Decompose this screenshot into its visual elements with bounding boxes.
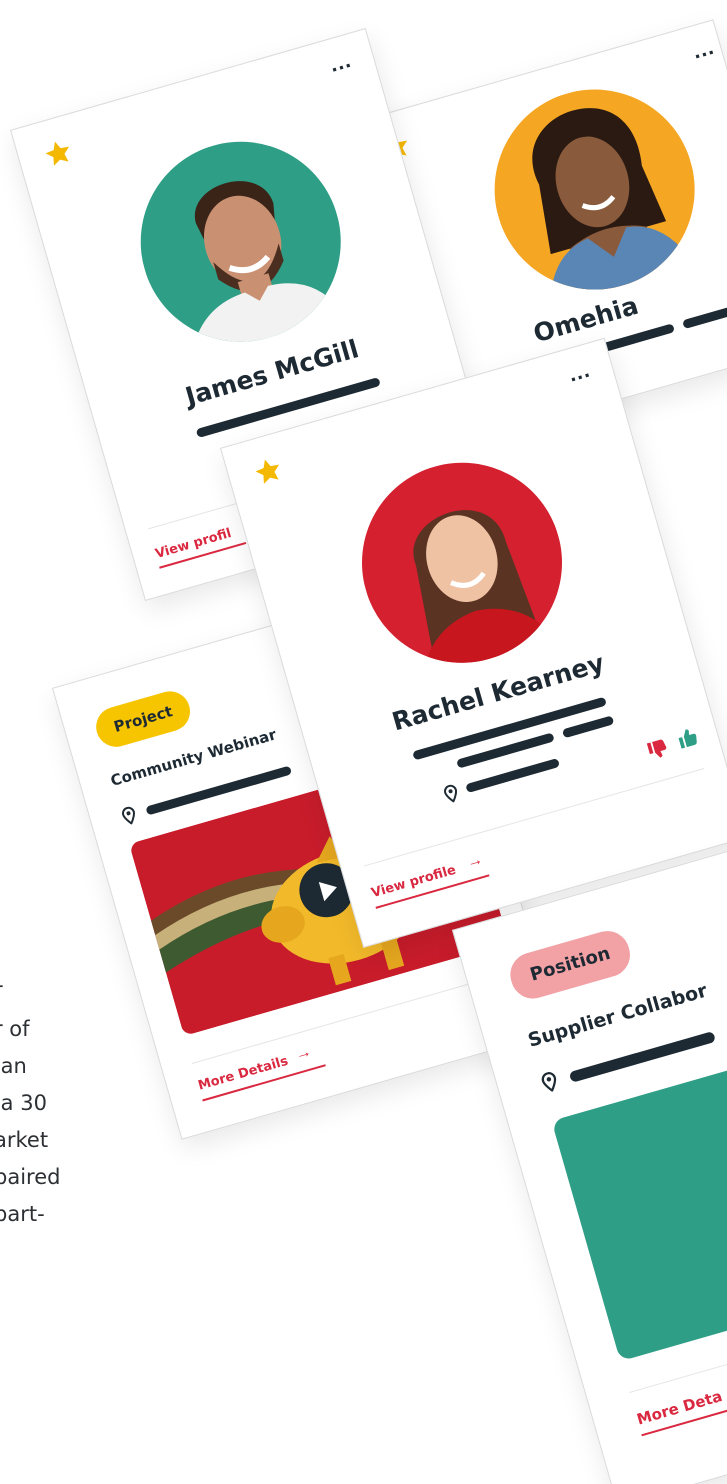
paragraph-line: paired <box>0 1165 61 1189</box>
position-badge: Position <box>505 925 636 1004</box>
arrow-right-icon: → <box>464 850 485 872</box>
paragraph-line: r <box>0 972 3 1009</box>
placeholder-bar <box>465 757 560 794</box>
more-options-icon[interactable]: ... <box>565 357 592 387</box>
stage: r r of an a 30 arket paired part- ... Om… <box>0 0 727 1484</box>
paragraph-line: an <box>0 1054 27 1078</box>
star-icon[interactable] <box>40 135 77 172</box>
placeholder-bar <box>561 715 615 739</box>
thumbs-up-icon[interactable] <box>675 725 702 752</box>
paragraph-line: part- <box>0 1202 45 1226</box>
paragraph-line: arket <box>0 1128 49 1152</box>
placeholder-bar <box>568 1030 716 1083</box>
arrow-right-icon: → <box>293 1042 314 1064</box>
avatar <box>338 439 586 687</box>
location-pin-icon <box>122 806 135 825</box>
more-options-icon[interactable]: ... <box>327 47 354 77</box>
more-options-icon[interactable]: ... <box>690 34 717 64</box>
paragraph-line: a 30 <box>0 1091 47 1115</box>
thumbs-down-icon[interactable] <box>644 735 671 762</box>
location-pin-icon <box>541 1072 557 1093</box>
location-pin-icon <box>444 784 458 803</box>
paragraph-line: r of <box>0 1017 30 1041</box>
star-icon[interactable] <box>250 453 287 490</box>
divider <box>363 768 705 867</box>
project-badge: Project <box>91 686 195 752</box>
avatar <box>117 118 365 366</box>
